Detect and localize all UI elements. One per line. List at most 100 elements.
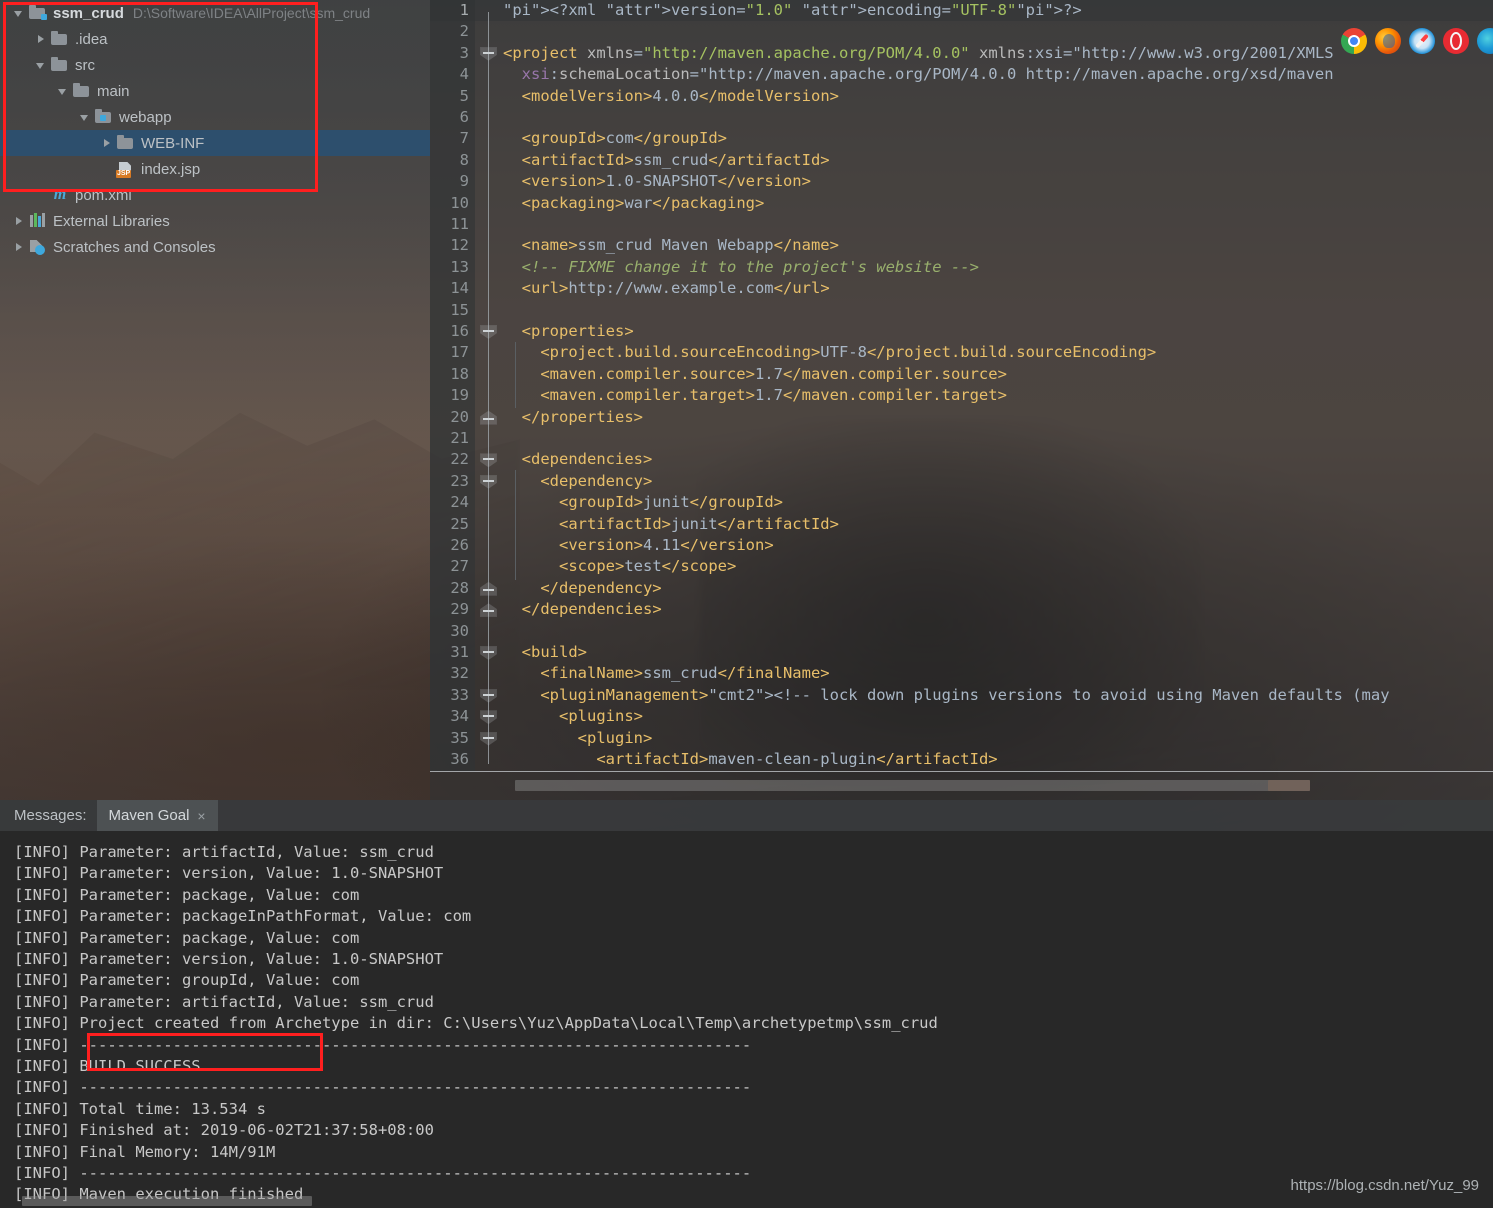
code-line[interactable]: <dependencies> xyxy=(503,449,653,470)
line-number: 29 xyxy=(450,600,469,619)
chevron-down-icon[interactable] xyxy=(12,0,28,26)
editor-bottom-divider xyxy=(430,771,1493,772)
line-number: 36 xyxy=(450,750,469,768)
fold-collapse-icon[interactable] xyxy=(480,325,497,339)
code-line[interactable]: <artifactId>junit</artifactId> xyxy=(503,514,839,535)
tree-item-src[interactable]: src xyxy=(0,52,430,78)
browser-launch-icons[interactable] xyxy=(1341,28,1493,54)
code-line[interactable]: <maven.compiler.source>1.7</maven.compil… xyxy=(503,364,1007,385)
folder-icon xyxy=(116,134,136,152)
code-line[interactable]: <maven.compiler.target>1.7</maven.compil… xyxy=(503,385,1007,406)
tree-item-label: src xyxy=(75,56,95,74)
chevron-down-icon[interactable] xyxy=(34,52,50,78)
fold-collapse-icon[interactable] xyxy=(480,731,497,746)
tree-item-external-libraries[interactable]: External Libraries xyxy=(0,208,430,234)
code-line[interactable]: <url>http://www.example.com</url> xyxy=(503,278,830,299)
line-number: 13 xyxy=(450,257,469,276)
code-editor[interactable]: 1 2 3 4 5 6 7 8 9 10 11 12 13 14 15 16 17 18 19 20 21 22 23 24 2… xyxy=(430,0,1493,800)
code-line[interactable]: <finalName>ssm_crud</finalName> xyxy=(503,663,829,684)
chrome-icon[interactable] xyxy=(1341,28,1367,54)
code-line[interactable]: </dependency> xyxy=(503,578,661,599)
editor-scrollbar-thumb[interactable] xyxy=(1268,780,1310,791)
fold-shape xyxy=(480,646,497,660)
library-bar xyxy=(38,216,41,227)
code-line[interactable]: <modelVersion>4.0.0</modelVersion> xyxy=(503,86,839,107)
fold-bar xyxy=(483,458,494,461)
tab-maven-goal[interactable]: Maven Goal × xyxy=(96,800,218,831)
code-line[interactable]: <version>4.11</version> xyxy=(503,535,774,556)
code-line[interactable]: <properties> xyxy=(503,321,634,342)
code-line[interactable]: <dependency> xyxy=(503,471,652,492)
code-text-area[interactable]: "pi"><?xml "attr">version="1.0" "attr">e… xyxy=(503,0,1493,772)
ide-window: ssm_crud D:\Software\IDEA\AllProject\ssm_… xyxy=(0,0,1493,1208)
fold-collapse-icon[interactable] xyxy=(480,453,497,468)
code-line[interactable]: <!-- FIXME change it to the project's we… xyxy=(503,257,979,278)
code-line[interactable]: <project xmlns="http://maven.apache.org/… xyxy=(503,43,1334,64)
project-tree-panel[interactable]: ssm_crud D:\Software\IDEA\AllProject\ssm_… xyxy=(0,0,430,800)
line-number: 35 xyxy=(450,728,469,747)
close-icon[interactable]: × xyxy=(197,808,205,824)
chevron-right-icon[interactable] xyxy=(12,234,28,260)
code-line[interactable]: <packaging>war</packaging> xyxy=(503,193,765,214)
console-log-output[interactable]: [INFO] Parameter: artifactId, Value: ssm… xyxy=(0,831,1493,1208)
console-horizontal-scrollbar[interactable] xyxy=(22,1196,312,1206)
code-line[interactable]: <groupId>com</groupId> xyxy=(503,128,727,149)
fold-shape xyxy=(480,710,497,725)
code-line[interactable]: <artifactId>maven-clean-plugin</artifact… xyxy=(503,749,997,770)
code-line[interactable]: <groupId>junit</groupId> xyxy=(503,492,783,513)
fold-collapse-icon[interactable] xyxy=(480,46,497,61)
fold-expand-icon[interactable] xyxy=(480,581,497,596)
fold-expand-icon[interactable] xyxy=(480,410,497,425)
fold-collapse-icon[interactable] xyxy=(480,710,497,725)
code-line[interactable]: </dependencies> xyxy=(503,599,662,620)
code-line[interactable]: xsi:schemaLocation="http://maven.apache.… xyxy=(503,64,1334,85)
code-line[interactable]: <name>ssm_crud Maven Webapp</name> xyxy=(503,235,839,256)
code-line[interactable]: <plugin> xyxy=(503,728,653,749)
console-line: [INFO] ---------------------------------… xyxy=(14,1035,752,1054)
console-line: [INFO] Total time: 13.534 s xyxy=(14,1099,266,1118)
line-number: 27 xyxy=(450,557,469,576)
code-line[interactable]: <artifactId>ssm_crud</artifactId> xyxy=(503,150,830,171)
tree-item-label: pom.xml xyxy=(75,186,132,204)
fold-collapse-icon[interactable] xyxy=(480,688,497,703)
tree-item-webapp[interactable]: webapp xyxy=(0,104,430,130)
tree-item-ssm-crud[interactable]: ssm_crud D:\Software\IDEA\AllProject\ssm_… xyxy=(0,0,430,26)
fold-bar xyxy=(483,479,494,482)
code-line[interactable]: <project.build.sourceEncoding>UTF-8</pro… xyxy=(503,342,1156,363)
web-badge-icon xyxy=(100,115,106,121)
code-fold-column[interactable] xyxy=(475,0,503,772)
chevron-down-icon[interactable] xyxy=(78,104,94,130)
tree-item-index-jsp[interactable]: JSP index.jsp xyxy=(0,156,430,182)
editor-horizontal-scrollbar[interactable] xyxy=(515,780,1310,791)
code-line[interactable]: <plugins> xyxy=(503,706,643,727)
opera-icon[interactable] xyxy=(1443,28,1469,54)
fold-collapse-icon[interactable] xyxy=(480,646,497,660)
fold-expand-icon[interactable] xyxy=(480,603,497,618)
firefox-icon[interactable] xyxy=(1375,28,1401,54)
tree-item--idea[interactable]: .idea xyxy=(0,26,430,52)
tree-item-web-inf[interactable]: WEB-INF xyxy=(0,130,430,156)
edge-icon[interactable] xyxy=(1477,28,1493,54)
chevron-down-icon[interactable] xyxy=(56,78,72,104)
safari-icon[interactable] xyxy=(1409,28,1435,54)
tree-item-label: External Libraries xyxy=(53,212,170,230)
fold-bar xyxy=(483,693,494,696)
code-line[interactable]: <pluginManagement>"cmt2"><!-- lock down … xyxy=(503,685,1389,706)
code-line[interactable]: "pi"><?xml "attr">version="1.0" "attr">e… xyxy=(503,0,1082,21)
code-line[interactable]: </properties> xyxy=(503,407,643,428)
module-folder-icon xyxy=(28,4,48,22)
chevron-right-icon[interactable] xyxy=(12,208,28,234)
fold-bar xyxy=(483,588,494,591)
code-line[interactable]: <build> xyxy=(503,642,587,663)
code-line[interactable]: <scope>test</scope> xyxy=(503,556,736,577)
tree-item-scratches-and-consoles[interactable]: Scratches and Consoles xyxy=(0,234,430,260)
tree-item-pom-xml[interactable]: m pom.xml xyxy=(0,182,430,208)
external-libraries-icon xyxy=(28,212,48,230)
chevron-right-icon[interactable] xyxy=(100,130,116,156)
tree-item-main[interactable]: main xyxy=(0,78,430,104)
code-line[interactable]: <version>1.0-SNAPSHOT</version> xyxy=(503,171,811,192)
chevron-right-icon[interactable] xyxy=(34,26,50,52)
line-number: 14 xyxy=(450,279,469,298)
fold-collapse-icon[interactable] xyxy=(480,474,497,489)
